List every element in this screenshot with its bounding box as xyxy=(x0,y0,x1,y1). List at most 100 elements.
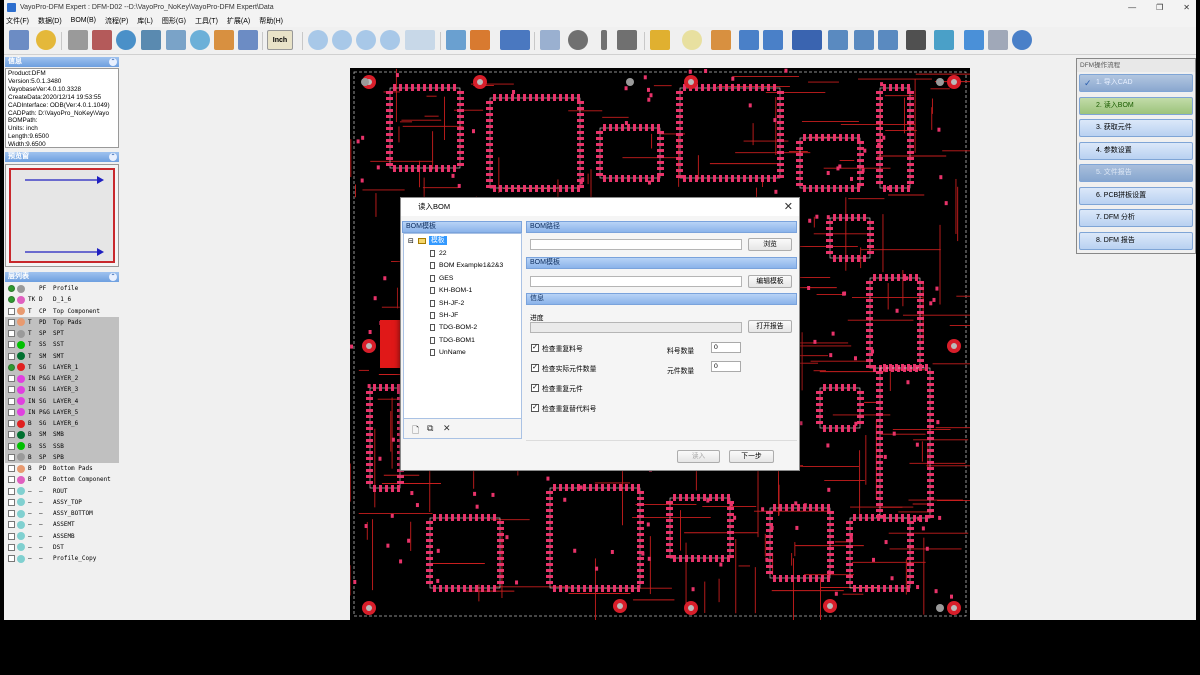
shape-icon[interactable] xyxy=(190,30,210,50)
layer-row[interactable]: — — DST xyxy=(5,542,119,553)
layer-visibility-checkbox[interactable] xyxy=(8,510,15,518)
layer-color-swatch[interactable] xyxy=(17,453,25,462)
gear-icon[interactable] xyxy=(116,30,136,50)
layer-row[interactable]: B SS SSB xyxy=(5,440,119,452)
layer-color-swatch[interactable] xyxy=(17,543,25,552)
menu-item[interactable]: 流程(P) xyxy=(105,16,128,26)
layer-visibility-checkbox[interactable] xyxy=(8,397,15,405)
route-icon[interactable] xyxy=(828,30,848,50)
document-icon[interactable] xyxy=(68,30,88,50)
zoom-out-icon[interactable] xyxy=(332,30,352,50)
layer-visibility-checkbox[interactable] xyxy=(8,476,15,484)
layer-row[interactable]: IN SG LAYER_4 xyxy=(5,395,119,407)
checkbox[interactable]: ✓ xyxy=(531,404,539,412)
layer-row[interactable]: — — ASSEMB xyxy=(5,531,119,542)
layer-color-swatch[interactable] xyxy=(17,464,25,473)
layer-row[interactable]: T SM SMT xyxy=(5,350,119,362)
export-icon[interactable] xyxy=(141,30,161,50)
info-icon[interactable] xyxy=(934,30,954,50)
layer-row[interactable]: B SG LAYER_6 xyxy=(5,418,119,430)
layer-row[interactable]: T CP Top Component xyxy=(5,306,119,317)
layer-color-swatch[interactable] xyxy=(17,430,25,439)
layer-row[interactable]: IN P&G LAYER_5 xyxy=(5,406,119,419)
layer-color-swatch[interactable] xyxy=(17,509,25,518)
layer-color-swatch[interactable] xyxy=(17,329,25,338)
layer-visibility-checkbox[interactable] xyxy=(8,453,15,461)
coordinate-icon[interactable] xyxy=(166,30,186,50)
check-option[interactable]: ✓ 检查重复元件 xyxy=(531,383,583,393)
layer-color-swatch[interactable] xyxy=(17,475,25,484)
layer-row[interactable]: T SP SPT xyxy=(5,328,119,340)
flow-step-3[interactable]: 3. 获取元件 xyxy=(1079,119,1193,137)
close-button[interactable]: ✕ xyxy=(1183,3,1190,12)
layer-color-swatch[interactable] xyxy=(17,520,25,529)
bom-path-input[interactable] xyxy=(530,239,742,250)
preview-window[interactable] xyxy=(5,164,119,267)
layer-visibility-checkbox[interactable] xyxy=(8,431,15,439)
check-option[interactable]: ✓ 检查实际元件数量 xyxy=(531,363,596,373)
browse-button[interactable]: 浏览 xyxy=(748,238,792,251)
layer-visibility-checkbox[interactable] xyxy=(8,375,15,383)
tree-item[interactable]: GES xyxy=(430,274,453,283)
layer-visibility-checkbox[interactable] xyxy=(8,487,15,495)
import-button[interactable]: 读入 xyxy=(677,450,720,463)
menu-item[interactable]: 帮助(H) xyxy=(259,16,283,26)
tree-expand-icon[interactable]: ⊟ xyxy=(408,237,414,246)
next-button[interactable]: 下一步 xyxy=(729,450,774,463)
flow-step-4[interactable]: 4. 参数设置 xyxy=(1079,141,1193,160)
bom-template-input[interactable] xyxy=(530,276,742,287)
component-icon[interactable] xyxy=(446,30,466,50)
database-icon[interactable] xyxy=(988,30,1008,50)
layer-row[interactable]: T SG LAYER_1 xyxy=(5,361,119,374)
collapse-icon[interactable]: ⌃ xyxy=(109,273,117,281)
tree-item[interactable]: TDG-BOM1 xyxy=(430,336,475,345)
layer-visibility-checkbox[interactable] xyxy=(8,420,15,428)
layer-color-swatch[interactable] xyxy=(17,374,25,383)
menu-item[interactable]: 工具(T) xyxy=(195,16,218,26)
layer-visibility-checkbox[interactable] xyxy=(8,296,15,304)
select-icon[interactable] xyxy=(540,30,560,50)
rotate-dropdown[interactable] xyxy=(405,30,435,50)
frame-dropdown[interactable] xyxy=(792,30,822,50)
cube-icon[interactable] xyxy=(964,30,984,50)
layer-row[interactable]: — — ASSY_BOTTOM xyxy=(5,508,119,519)
arrows-icon[interactable] xyxy=(238,30,258,50)
tool-icon[interactable] xyxy=(854,30,874,50)
checkbox[interactable]: ✓ xyxy=(531,364,539,372)
layer-visibility-checkbox[interactable] xyxy=(8,285,15,293)
unit-selector[interactable]: Inch xyxy=(267,30,293,50)
tree-root[interactable]: 模板 xyxy=(418,236,447,245)
layer-visibility-checkbox[interactable] xyxy=(8,543,15,551)
layer-visibility-checkbox[interactable] xyxy=(8,465,15,473)
menu-item[interactable]: 图形(G) xyxy=(162,16,186,26)
layer-row[interactable]: T SS SST xyxy=(5,339,119,351)
tree-item[interactable]: SH-JF xyxy=(430,311,458,320)
restore-button[interactable]: ❐ xyxy=(1156,3,1163,12)
layer-color-swatch[interactable] xyxy=(17,487,25,496)
bom-icon[interactable] xyxy=(92,30,112,50)
checkbox[interactable]: ✓ xyxy=(531,384,539,392)
layer-row[interactable]: TK D D_1_6 xyxy=(5,294,119,305)
layer-row[interactable]: — — ASSY_TOP xyxy=(5,497,119,508)
collapse-icon[interactable]: ⌃ xyxy=(109,153,117,161)
layer-row[interactable]: — — Profile_Copy xyxy=(5,553,119,564)
target-icon[interactable] xyxy=(1012,30,1032,50)
layer-row[interactable]: B PD Bottom Pads xyxy=(5,463,119,474)
save-icon[interactable] xyxy=(9,30,29,50)
layer-row[interactable]: — — ASSEMT xyxy=(5,519,119,530)
pencil-icon[interactable] xyxy=(711,30,731,50)
layer-row[interactable]: T PD Top Pads xyxy=(5,316,119,329)
delete-template-icon[interactable]: ✕ xyxy=(443,423,451,434)
layer-visibility-checkbox[interactable] xyxy=(8,532,15,540)
chip-icon[interactable] xyxy=(650,30,670,50)
polygon-icon[interactable] xyxy=(617,30,637,50)
layer-color-swatch[interactable] xyxy=(17,307,25,316)
layer-visibility-checkbox[interactable] xyxy=(8,442,15,450)
flow-step-8[interactable]: 8. DFM 报告 xyxy=(1079,231,1193,250)
grid-icon[interactable] xyxy=(214,30,234,50)
zoom-fit-icon[interactable] xyxy=(356,30,376,50)
layer-visibility-checkbox[interactable] xyxy=(8,555,15,563)
tree-item[interactable]: KH-BOM-1 xyxy=(430,286,472,295)
measure-icon[interactable] xyxy=(878,30,898,50)
layer-row[interactable]: B SM SMB xyxy=(5,429,119,441)
